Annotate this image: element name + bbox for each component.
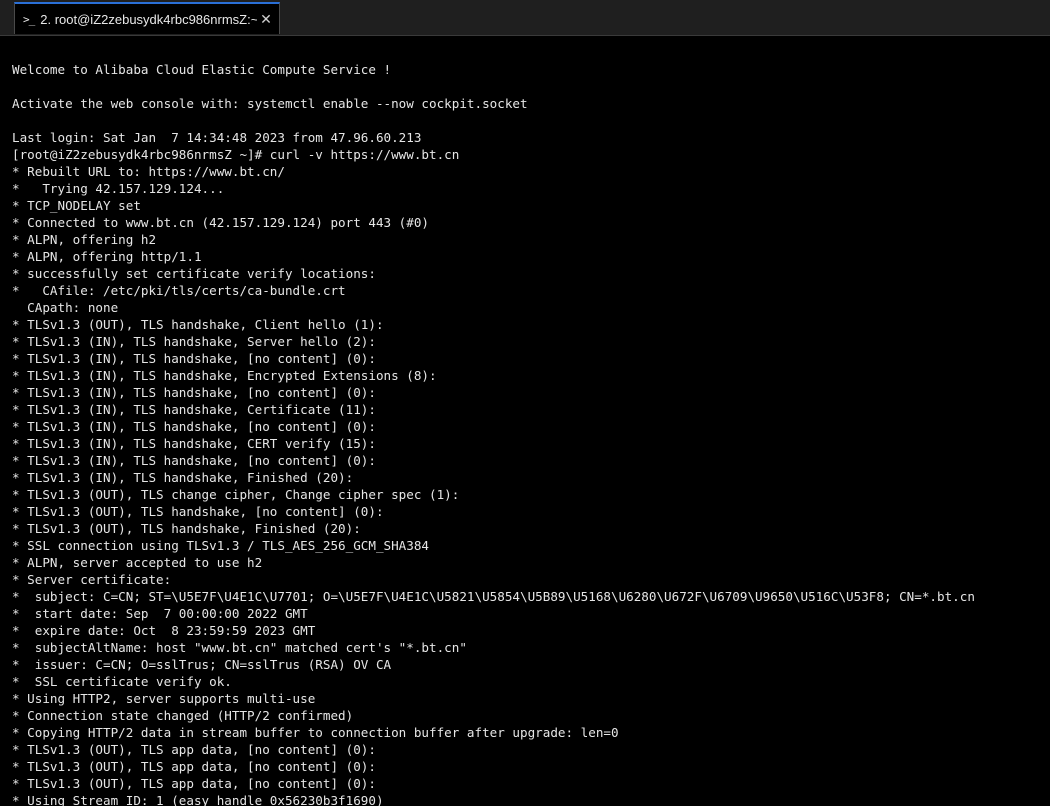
tab-title: 2. root@iZ2zebusydk4rbc986nrmsZ:~ — [40, 11, 257, 27]
tab-bar: >_ 2. root@iZ2zebusydk4rbc986nrmsZ:~ ✕ — [0, 0, 1050, 36]
terminal-line: * Connected to www.bt.cn (42.157.129.124… — [12, 215, 430, 230]
terminal-line: * TLSv1.3 (OUT), TLS app data, [no conte… — [12, 759, 376, 774]
terminal-line: * Using Stream ID: 1 (easy handle 0x5623… — [12, 793, 384, 806]
terminal-window: >_ 2. root@iZ2zebusydk4rbc986nrmsZ:~ ✕ W… — [0, 0, 1050, 806]
terminal-line: Activate the web console with: systemctl… — [12, 96, 528, 111]
terminal-line: * Server certificate: — [12, 572, 172, 587]
terminal-line: * TLSv1.3 (IN), TLS handshake, [no conte… — [12, 351, 376, 366]
terminal-line: * expire date: Oct 8 23:59:59 2023 GMT — [12, 623, 316, 638]
terminal-line: * TCP_NODELAY set — [12, 198, 141, 213]
terminal-line: * issuer: C=CN; O=sslTrus; CN=sslTrus (R… — [12, 657, 392, 672]
terminal-line: * TLSv1.3 (IN), TLS handshake, Certifica… — [12, 402, 376, 417]
terminal-line: Welcome to Alibaba Cloud Elastic Compute… — [12, 62, 392, 77]
terminal-line: Last login: Sat Jan 7 14:34:48 2023 from… — [12, 130, 422, 145]
terminal-line: * Using HTTP2, server supports multi-use — [12, 691, 316, 706]
terminal-line: * TLSv1.3 (OUT), TLS app data, [no conte… — [12, 776, 376, 791]
terminal-line: * SSL certificate verify ok. — [12, 674, 232, 689]
terminal-line: * TLSv1.3 (OUT), TLS handshake, Finished… — [12, 521, 361, 536]
terminal-line: * successfully set certificate verify lo… — [12, 266, 376, 281]
terminal-line: * Rebuilt URL to: https://www.bt.cn/ — [12, 164, 285, 179]
terminal-line: * SSL connection using TLSv1.3 / TLS_AES… — [12, 538, 430, 553]
terminal-line: * TLSv1.3 (OUT), TLS handshake, Client h… — [12, 317, 384, 332]
terminal-line: * TLSv1.3 (OUT), TLS app data, [no conte… — [12, 742, 376, 757]
terminal-line: * Copying HTTP/2 data in stream buffer t… — [12, 725, 619, 740]
terminal-line: * TLSv1.3 (IN), TLS handshake, [no conte… — [12, 419, 376, 434]
terminal-line: * TLSv1.3 (IN), TLS handshake, [no conte… — [12, 453, 376, 468]
terminal-line: * ALPN, server accepted to use h2 — [12, 555, 263, 570]
terminal-line: * TLSv1.3 (IN), TLS handshake, Server he… — [12, 334, 376, 349]
terminal-prompt-icon: >_ — [23, 12, 35, 26]
terminal-line: * TLSv1.3 (IN), TLS handshake, CERT veri… — [12, 436, 376, 451]
terminal-output[interactable]: Welcome to Alibaba Cloud Elastic Compute… — [0, 36, 1050, 806]
terminal-line: CApath: none — [12, 300, 119, 315]
terminal-line: * TLSv1.3 (IN), TLS handshake, [no conte… — [12, 385, 376, 400]
terminal-line: * subject: C=CN; ST=\U5E7F\U4E1C\U7701; … — [12, 589, 975, 604]
terminal-line: * CAfile: /etc/pki/tls/certs/ca-bundle.c… — [12, 283, 346, 298]
terminal-line: * subjectAltName: host "www.bt.cn" match… — [12, 640, 467, 655]
terminal-line: [root@iZ2zebusydk4rbc986nrmsZ ~]# curl -… — [12, 147, 460, 162]
terminal-line: * TLSv1.3 (IN), TLS handshake, Finished … — [12, 470, 354, 485]
terminal-line: * start date: Sep 7 00:00:00 2022 GMT — [12, 606, 308, 621]
terminal-line: * ALPN, offering h2 — [12, 232, 157, 247]
terminal-line: * TLSv1.3 (OUT), TLS change cipher, Chan… — [12, 487, 460, 502]
close-icon[interactable]: ✕ — [257, 10, 275, 28]
terminal-line: * Trying 42.157.129.124... — [12, 181, 225, 196]
terminal-line: * Connection state changed (HTTP/2 confi… — [12, 708, 354, 723]
terminal-line: * TLSv1.3 (IN), TLS handshake, Encrypted… — [12, 368, 437, 383]
terminal-line: * ALPN, offering http/1.1 — [12, 249, 202, 264]
terminal-line: * TLSv1.3 (OUT), TLS handshake, [no cont… — [12, 504, 384, 519]
tab-terminal-session[interactable]: >_ 2. root@iZ2zebusydk4rbc986nrmsZ:~ ✕ — [14, 2, 280, 34]
